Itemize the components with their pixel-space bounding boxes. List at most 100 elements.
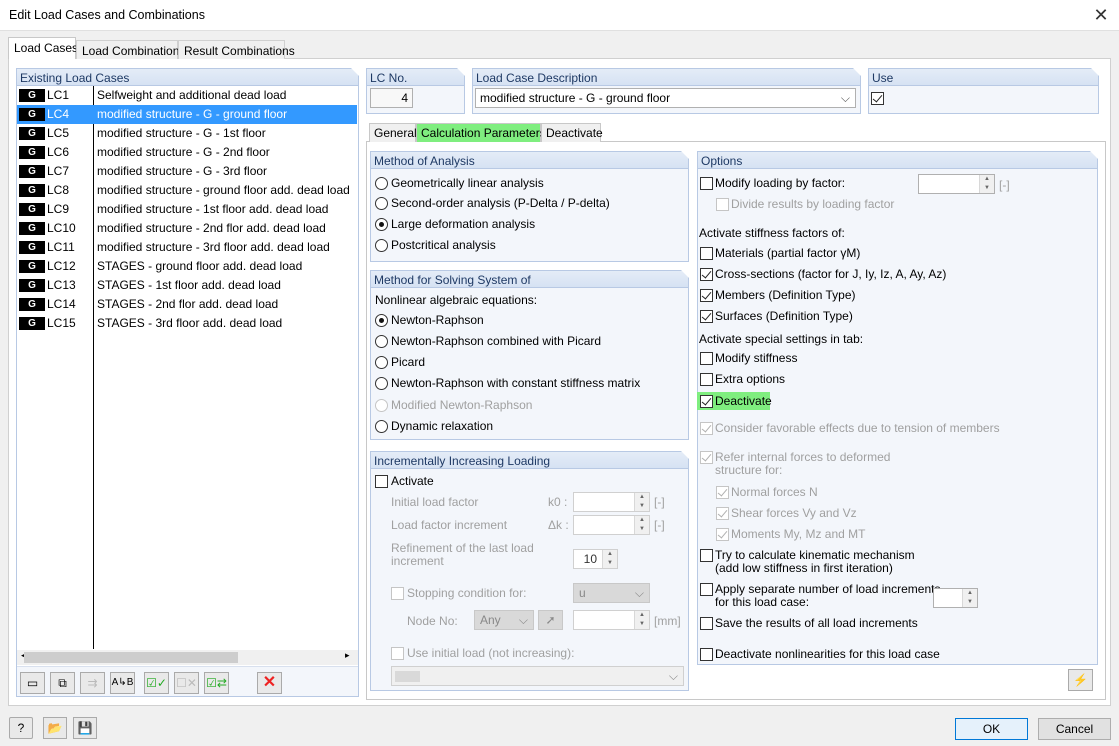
details-icon[interactable]: ⚡ — [1068, 669, 1093, 691]
horizontal-scrollbar[interactable]: ◂ ▸ — [17, 650, 358, 665]
apply1-checkbox[interactable] — [700, 583, 713, 596]
use-checkbox[interactable] — [871, 92, 884, 105]
favorable-checkbox[interactable] — [700, 422, 713, 435]
pick-node-icon[interactable]: ➚ — [538, 610, 563, 630]
subtab-general[interactable]: General — [369, 123, 417, 142]
divide-checkbox[interactable] — [716, 198, 729, 211]
incremental-loading-header: Incrementally Increasing Loading — [370, 451, 689, 468]
open-icon[interactable]: 📂 — [43, 717, 67, 739]
chevron-down-icon: ⌵ — [668, 669, 678, 683]
load-factor-increment-input[interactable]: ▲ ▼ — [573, 515, 650, 535]
load-case-row[interactable]: G LC6 modified structure - G - 2nd floor — [17, 143, 357, 162]
activate-checkbox[interactable] — [375, 475, 388, 488]
load-case-row[interactable]: G LC9 modified structure - 1st floor add… — [17, 200, 357, 219]
solver-option-label: Newton-Raphson — [391, 313, 484, 327]
load-case-row[interactable]: G LC14 STAGES - 2nd flor add. dead load — [17, 295, 357, 314]
spinner-icon[interactable]: ▲ ▼ — [634, 611, 649, 629]
modify-factor-label: Modify loading by factor: — [715, 176, 846, 190]
solver-radio[interactable] — [375, 399, 388, 412]
load-case-id: LC4 — [47, 107, 70, 121]
chevron-down-icon: ⌵ — [518, 613, 528, 627]
spinner-icon[interactable]: ▲ ▼ — [634, 516, 649, 534]
stopping-condition-checkbox[interactable] — [391, 587, 404, 600]
load-case-row[interactable]: G LC15 STAGES - 3rd floor add. dead load — [17, 314, 357, 333]
node-value-input[interactable]: ▲ ▼ — [573, 610, 650, 630]
renumber-icon[interactable]: ⇉ — [80, 672, 105, 694]
tab-load-cases[interactable]: Load Cases — [8, 37, 78, 59]
load-case-row[interactable]: G LC13 STAGES - 1st floor add. dead load — [17, 276, 357, 295]
delete-icon[interactable]: ✕ — [257, 672, 282, 694]
extra-checkbox[interactable] — [700, 373, 713, 386]
stiff-head-label: Activate stiffness factors of: — [699, 226, 845, 240]
tab-result-combinations[interactable]: Result Combinations — [178, 40, 295, 59]
load-case-row[interactable]: G LC11 modified structure - 3rd floor ad… — [17, 238, 357, 257]
analysis-radio[interactable] — [375, 177, 388, 190]
check-all-icon[interactable]: ☑✓ — [144, 672, 169, 694]
new-load-case-icon[interactable]: ▭ — [20, 672, 45, 694]
lc-no-input[interactable]: 4 — [370, 88, 413, 108]
solver-radio[interactable] — [375, 335, 388, 348]
node-no-select[interactable]: Any ⌵ — [474, 610, 534, 630]
modify-stiffness-checkbox[interactable] — [700, 352, 713, 365]
deactivate-checkbox[interactable] — [700, 395, 713, 408]
stopping-condition-select[interactable]: u ⌵ — [573, 583, 650, 603]
analysis-radio[interactable] — [375, 239, 388, 252]
save-checkbox[interactable] — [700, 617, 713, 630]
copy-load-case-icon[interactable]: ⧉ — [50, 672, 75, 694]
load-case-row[interactable]: G LC1 Selfweight and additional dead loa… — [17, 86, 357, 105]
cancel-button[interactable]: Cancel — [1038, 718, 1111, 740]
refinement-input[interactable]: 10 ▲ ▼ — [573, 549, 618, 569]
initial-load-factor-input[interactable]: ▲ ▼ — [573, 492, 650, 512]
load-case-row[interactable]: G LC5 modified structure - G - 1st floor — [17, 124, 357, 143]
uncheck-all-icon[interactable]: ☐✕ — [174, 672, 199, 694]
surfaces-checkbox[interactable] — [700, 310, 713, 323]
toggle-check-icon[interactable]: ☑⇄ — [204, 672, 229, 694]
spinner-icon[interactable]: ▲ ▼ — [634, 493, 649, 511]
load-case-row[interactable]: G LC8 modified structure - ground floor … — [17, 181, 357, 200]
load-case-id: LC1 — [47, 88, 70, 102]
solver-radio[interactable] — [375, 377, 388, 390]
load-case-row[interactable]: G LC4 modified structure - G - ground fl… — [17, 105, 357, 124]
moments-checkbox[interactable] — [716, 528, 729, 541]
subtab-deactivate[interactable]: Deactivate — [541, 123, 603, 142]
spinner-icon[interactable]: ▲ ▼ — [602, 550, 617, 568]
load-case-row[interactable]: G LC12 STAGES - ground floor add. dead l… — [17, 257, 357, 276]
scroll-right-icon[interactable]: ▸ — [345, 650, 350, 661]
shear-checkbox[interactable] — [716, 507, 729, 520]
lc-description-select[interactable]: modified structure - G - ground floor ⌵ — [475, 88, 856, 108]
help-icon[interactable]: ? — [9, 717, 33, 739]
members-checkbox[interactable] — [700, 289, 713, 302]
normal-checkbox[interactable] — [716, 486, 729, 499]
materials-checkbox[interactable] — [700, 247, 713, 260]
initial-load-select[interactable]: ⌵ — [391, 666, 684, 686]
use-initial-load-checkbox[interactable] — [391, 647, 404, 660]
load-case-row[interactable]: G LC10 modified structure - 2nd flor add… — [17, 219, 357, 238]
nonlinear-equations-label: Nonlinear algebraic equations: — [375, 293, 538, 307]
refer1-checkbox[interactable] — [700, 451, 713, 464]
load-case-description: Selfweight and additional dead load — [97, 88, 287, 102]
spinner-icon[interactable]: ▲ ▼ — [962, 589, 977, 607]
kin1-checkbox[interactable] — [700, 549, 713, 562]
analysis-radio[interactable] — [375, 218, 388, 231]
load-case-description: STAGES - 1st floor add. dead load — [97, 278, 281, 292]
modify-factor-checkbox[interactable] — [700, 177, 713, 190]
cross-checkbox[interactable] — [700, 268, 713, 281]
solver-radio[interactable] — [375, 314, 388, 327]
load-type-badge: G — [19, 203, 45, 216]
analysis-radio[interactable] — [375, 197, 388, 210]
load-case-row[interactable]: G LC7 modified structure - G - 3rd floor — [17, 162, 357, 181]
subtab-calculation-parameters[interactable]: Calculation Parameters — [416, 123, 546, 142]
close-icon[interactable]: ✕ — [1088, 3, 1114, 27]
save-icon[interactable]: 💾 — [73, 717, 97, 739]
solver-radio[interactable] — [375, 356, 388, 369]
tab-load-combinations[interactable]: Load Combinations — [76, 40, 185, 59]
nonlin-checkbox[interactable] — [700, 648, 713, 661]
ok-button[interactable]: OK — [955, 718, 1028, 740]
load-increments-input[interactable]: ▲ ▼ — [933, 588, 978, 608]
loading-factor-input[interactable]: ▲ ▼ — [918, 174, 995, 194]
scroll-thumb[interactable] — [24, 652, 238, 663]
k0-symbol: k0 : — [548, 495, 568, 509]
solver-radio[interactable] — [375, 420, 388, 433]
spinner-icon[interactable]: ▲ ▼ — [979, 175, 994, 193]
rename-icon[interactable]: A↳B — [110, 672, 135, 694]
